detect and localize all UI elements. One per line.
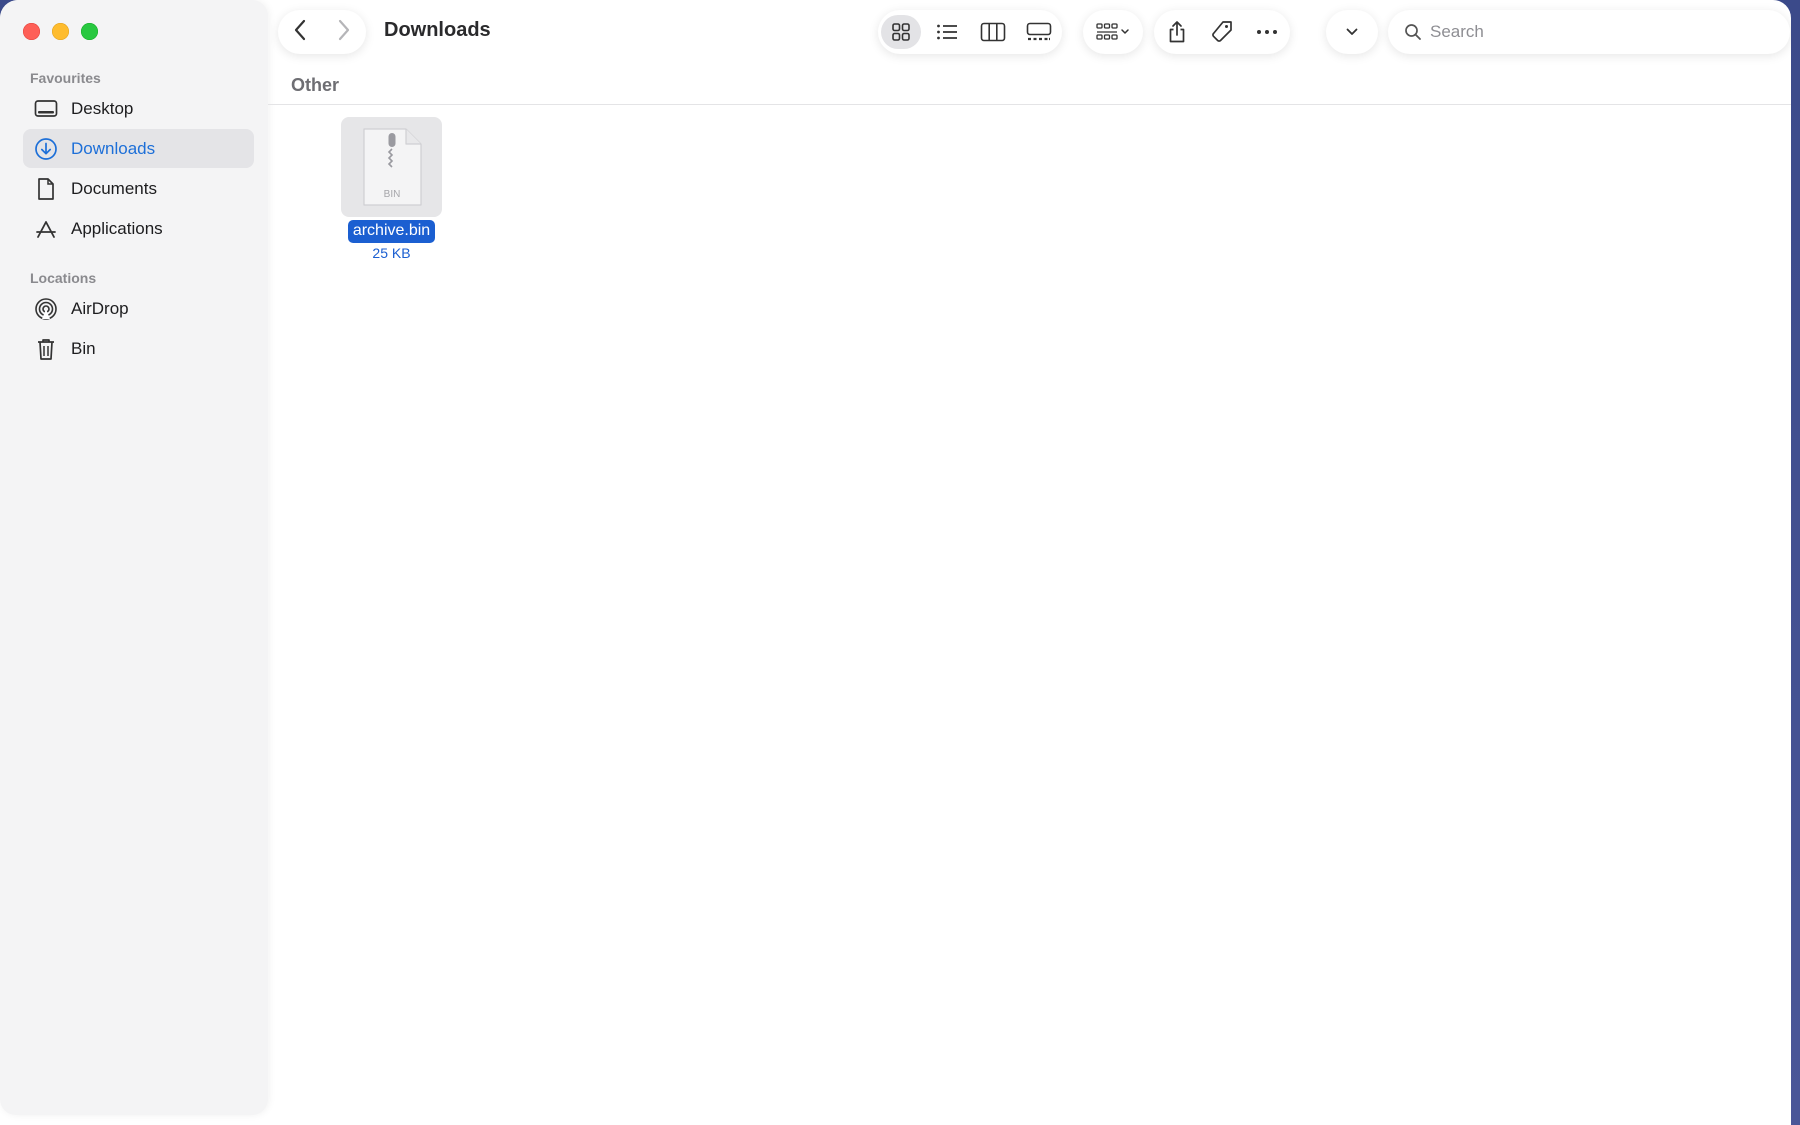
maximize-button[interactable] — [81, 23, 98, 40]
file-size: 25 KB — [372, 245, 411, 261]
toolbar-overflow-button[interactable] — [1326, 10, 1378, 54]
file-name: archive.bin — [347, 220, 436, 243]
list-view-button[interactable] — [927, 15, 967, 49]
sidebar-item-label: Applications — [71, 218, 163, 238]
sidebar-item-label: Desktop — [71, 98, 134, 118]
search-icon — [1405, 24, 1421, 40]
finder-window: Favourites Desktop Downloads Documents A… — [0, 0, 1791, 1125]
view-mode-group — [878, 10, 1062, 54]
chevron-right-icon — [338, 19, 350, 40]
share-icon — [1169, 21, 1185, 43]
sidebar-item-desktop[interactable]: Desktop — [23, 89, 254, 128]
sidebar-item-downloads[interactable]: Downloads — [23, 129, 254, 168]
sidebar-item-label: Bin — [71, 338, 96, 358]
sidebar-section-favourites: Favourites — [30, 70, 101, 86]
download-icon — [33, 136, 59, 162]
list-view-icon — [937, 24, 957, 40]
sidebar-item-label: AirDrop — [71, 298, 129, 318]
icon-view-icon — [892, 23, 910, 41]
window-title: Downloads — [384, 19, 491, 41]
navigation-buttons — [278, 10, 366, 54]
sidebar-item-applications[interactable]: Applications — [23, 209, 254, 248]
back-button[interactable] — [293, 19, 307, 46]
more-button[interactable] — [1248, 15, 1287, 49]
group-by-button[interactable] — [1083, 10, 1143, 54]
archive-file-icon: BIN — [341, 117, 442, 217]
tag-button[interactable] — [1202, 15, 1241, 49]
search-input[interactable] — [1428, 21, 1762, 43]
search-field[interactable] — [1388, 10, 1790, 54]
sidebar-item-label: Downloads — [71, 138, 156, 158]
desktop-icon — [33, 96, 59, 122]
more-icon — [1257, 30, 1278, 34]
file-type-label: BIN — [383, 189, 400, 200]
group-header: Other — [268, 66, 1791, 105]
column-view-button[interactable] — [973, 15, 1013, 49]
window-controls — [23, 23, 98, 40]
airdrop-icon — [33, 296, 59, 322]
tag-icon — [1212, 21, 1232, 42]
share-button[interactable] — [1157, 15, 1196, 49]
sidebar-section-locations: Locations — [30, 270, 97, 286]
chevron-down-icon — [1346, 28, 1358, 35]
sidebar-item-bin[interactable]: Bin — [23, 329, 254, 368]
action-group — [1154, 10, 1290, 54]
document-icon — [33, 176, 59, 202]
forward-button[interactable] — [337, 19, 351, 46]
gallery-view-icon — [1026, 22, 1052, 41]
group-label: Other — [291, 75, 340, 95]
column-view-icon — [980, 22, 1006, 42]
icon-view-button[interactable] — [881, 15, 921, 49]
gallery-view-button[interactable] — [1019, 15, 1059, 49]
sidebar: Favourites Desktop Downloads Documents A… — [0, 0, 268, 1115]
close-button[interactable] — [23, 23, 40, 40]
sidebar-item-label: Documents — [71, 178, 157, 198]
sidebar-item-documents[interactable]: Documents — [23, 169, 254, 208]
chevron-left-icon — [294, 19, 306, 40]
applications-icon — [33, 216, 59, 242]
minimize-button[interactable] — [52, 23, 69, 40]
trash-icon — [33, 336, 59, 362]
file-item[interactable]: BIN archive.bin 25 KB — [340, 117, 443, 261]
toolbar: Downloads — [268, 0, 1791, 66]
sidebar-item-airdrop[interactable]: AirDrop — [23, 289, 254, 328]
group-by-icon — [1096, 23, 1129, 40]
